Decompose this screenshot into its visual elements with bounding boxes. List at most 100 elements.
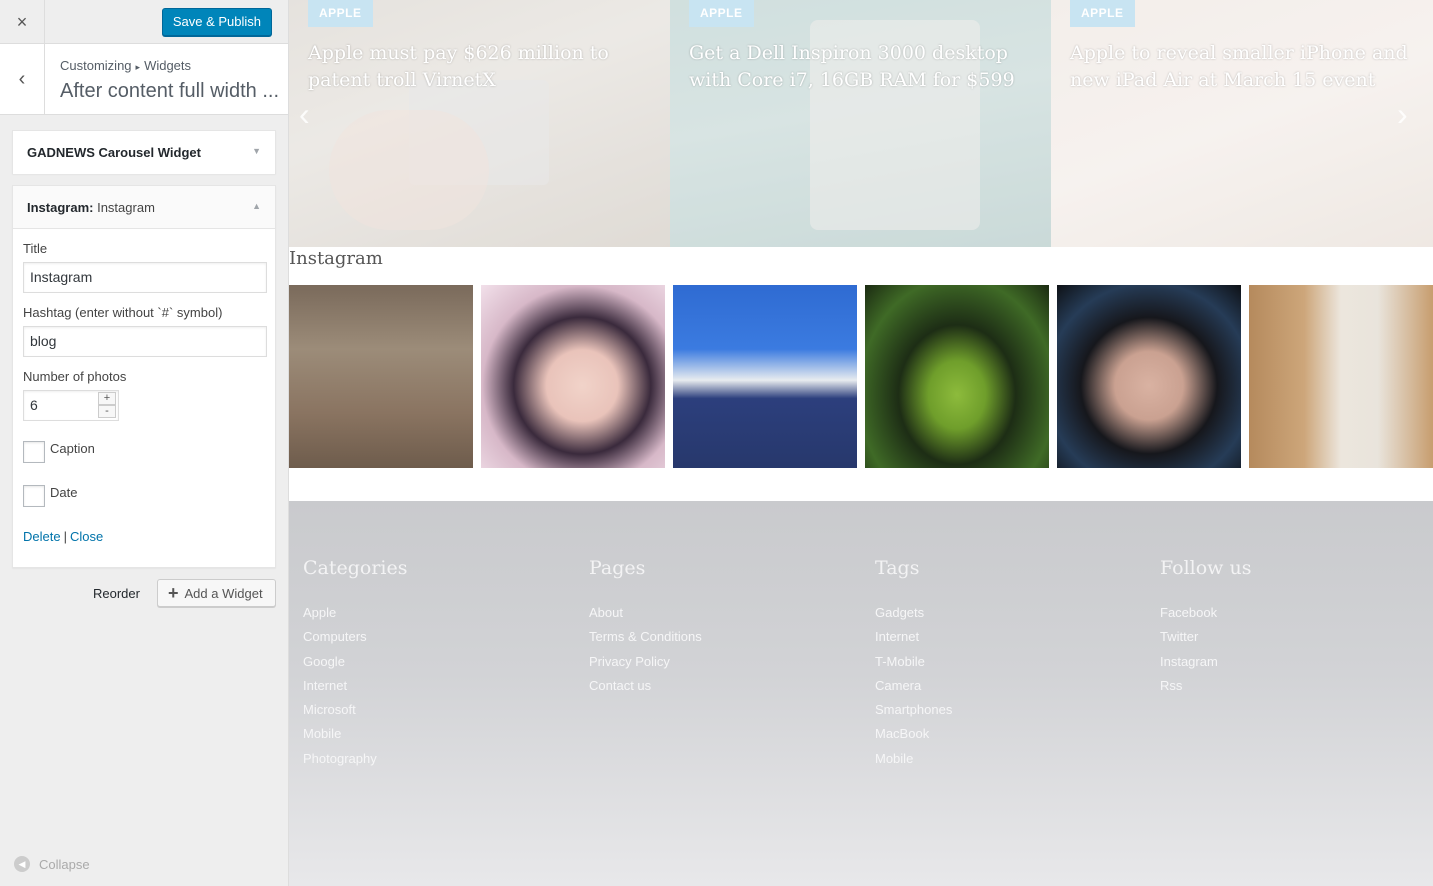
add-widget-label: Add a Widget xyxy=(184,585,263,601)
collapse-label: Collapse xyxy=(39,856,90,872)
widget-actions: Delete | Close xyxy=(23,529,265,544)
slide-overlay xyxy=(1051,0,1433,247)
footer-column-pages: Pages About Terms & Conditions Privacy P… xyxy=(589,557,702,698)
footer-link[interactable]: Privacy Policy xyxy=(589,650,702,674)
caption-label: Caption xyxy=(50,440,95,456)
footer-link[interactable]: Rss xyxy=(1160,674,1251,698)
customizer-header: × Save & Publish xyxy=(0,0,288,44)
footer-link[interactable]: About xyxy=(589,601,702,625)
instagram-widget-subtitle: Instagram xyxy=(97,199,155,215)
footer-link[interactable]: Internet xyxy=(875,625,952,649)
instagram-photo[interactable] xyxy=(481,285,665,468)
footer-heading: Follow us xyxy=(1160,557,1252,579)
footer-link[interactable]: Gadgets xyxy=(875,601,952,625)
instagram-widget-header[interactable]: Instagram: Instagram ▲ xyxy=(13,186,275,229)
hashtag-label: Hashtag (enter without `#` symbol) xyxy=(23,305,223,320)
breadcrumb: Customizing ▸ Widgets xyxy=(60,58,191,73)
footer-link[interactable]: Twitter xyxy=(1160,625,1251,649)
date-option: Date xyxy=(23,485,265,507)
delete-link[interactable]: Delete xyxy=(23,529,61,544)
expand-arrow-icon[interactable]: ▼ xyxy=(252,146,261,156)
carousel-slide[interactable]: APPLE Apple must pay $626 million to pat… xyxy=(289,0,670,247)
link-separator: | xyxy=(63,529,67,544)
section-header: ‹ Customizing ▸ Widgets After content full… xyxy=(0,44,288,115)
instagram-photo[interactable] xyxy=(289,285,473,468)
close-icon[interactable]: × xyxy=(0,0,45,44)
title-label: Title xyxy=(23,241,48,256)
footer-heading: Tags xyxy=(875,557,920,579)
category-tag[interactable]: APPLE xyxy=(308,0,373,27)
instagram-photo[interactable] xyxy=(1057,285,1241,468)
footer-link[interactable]: Photography xyxy=(303,747,408,771)
breadcrumb-separator-icon: ▸ xyxy=(135,62,141,72)
title-input[interactable]: Instagram xyxy=(23,262,267,293)
instagram-widget: Instagram: Instagram ▲ Title Instagram H… xyxy=(12,185,276,568)
footer-link[interactable]: Terms & Conditions xyxy=(589,625,702,649)
footer-column-tags: Tags Gadgets Internet T-Mobile Camera Sm… xyxy=(875,557,952,771)
breadcrumb-root: Customizing xyxy=(60,58,132,73)
site-footer: Categories Apple Computers Google Intern… xyxy=(289,501,1433,886)
footer-heading: Pages xyxy=(589,557,646,579)
footer-link[interactable]: Google xyxy=(303,650,408,674)
footer-link[interactable]: Instagram xyxy=(1160,650,1251,674)
back-arrow-icon[interactable]: ‹ xyxy=(0,44,45,114)
caption-option: Caption xyxy=(23,441,265,463)
plus-icon: + xyxy=(168,582,179,603)
section-title: After content full width ... xyxy=(60,80,279,102)
caption-checkbox[interactable] xyxy=(23,441,45,463)
category-tag[interactable]: APPLE xyxy=(1070,0,1135,27)
customizer-sidebar: × Save & Publish ‹ Customizing ▸ Widgets A… xyxy=(0,0,289,886)
save-publish-button[interactable]: Save & Publish xyxy=(161,8,272,36)
site-preview: APPLE Apple must pay $626 million to pat… xyxy=(289,0,1433,886)
instagram-photo[interactable] xyxy=(865,285,1049,468)
carousel-widget-header[interactable]: GADNEWS Carousel Widget ▼ xyxy=(13,131,275,174)
next-arrow-icon[interactable]: › xyxy=(1397,96,1408,133)
footer-link[interactable]: Apple xyxy=(303,601,408,625)
instagram-widget-title: Instagram: xyxy=(27,199,94,215)
collapse-icon: ◀ xyxy=(14,856,30,872)
close-link[interactable]: Close xyxy=(70,529,103,544)
footer-link[interactable]: Internet xyxy=(303,674,408,698)
instagram-photo[interactable] xyxy=(1249,285,1433,468)
photos-count-value[interactable]: 6 xyxy=(30,397,38,413)
footer-link[interactable]: Camera xyxy=(875,674,952,698)
footer-link[interactable]: T-Mobile xyxy=(875,650,952,674)
footer-link[interactable]: Smartphones xyxy=(875,698,952,722)
carousel-slide[interactable]: APPLE Apple to reveal smaller iPhone and… xyxy=(1051,0,1433,247)
slide-overlay xyxy=(670,0,1051,247)
footer-link[interactable]: MacBook xyxy=(875,722,952,746)
date-checkbox[interactable] xyxy=(23,485,45,507)
carousel-widget-title: GADNEWS Carousel Widget xyxy=(27,145,201,160)
instagram-photo[interactable] xyxy=(673,285,857,468)
slide-headline[interactable]: Get a Dell Inspiron 3000 desktop with Co… xyxy=(689,40,1029,94)
add-widget-button[interactable]: + Add a Widget xyxy=(157,579,276,607)
photos-count-label: Number of photos xyxy=(23,369,127,384)
stepper-up-button[interactable]: + xyxy=(98,392,116,405)
prev-arrow-icon[interactable]: ‹ xyxy=(299,96,310,133)
footer-heading: Categories xyxy=(303,557,408,579)
carousel-widget[interactable]: GADNEWS Carousel Widget ▼ xyxy=(12,130,276,174)
stepper-down-button[interactable]: - xyxy=(98,405,116,418)
instagram-section-title: Instagram xyxy=(289,248,383,269)
category-tag[interactable]: APPLE xyxy=(689,0,754,27)
photos-count-stepper[interactable]: 6 + - xyxy=(23,390,119,421)
breadcrumb-section: Widgets xyxy=(144,58,192,73)
collapse-button[interactable]: ◀ Collapse xyxy=(14,856,90,872)
footer-link[interactable]: Contact us xyxy=(589,674,702,698)
slide-headline[interactable]: Apple must pay $626 million to patent tr… xyxy=(308,40,648,94)
slide-headline[interactable]: Apple to reveal smaller iPhone and new i… xyxy=(1070,40,1420,94)
hashtag-input[interactable]: blog xyxy=(23,326,267,357)
news-carousel: APPLE Apple must pay $626 million to pat… xyxy=(289,0,1433,247)
footer-link[interactable]: Mobile xyxy=(303,722,408,746)
footer-link[interactable]: Facebook xyxy=(1160,601,1251,625)
date-label: Date xyxy=(50,484,78,500)
slide-overlay xyxy=(289,0,670,247)
reorder-link[interactable]: Reorder xyxy=(93,586,140,601)
collapse-arrow-icon[interactable]: ▲ xyxy=(252,201,261,211)
footer-link[interactable]: Computers xyxy=(303,625,408,649)
footer-link[interactable]: Mobile xyxy=(875,747,952,771)
carousel-slide[interactable]: APPLE Get a Dell Inspiron 3000 desktop w… xyxy=(670,0,1051,247)
footer-column-follow-us: Follow us Facebook Twitter Instagram Rss xyxy=(1160,557,1251,698)
footer-link[interactable]: Microsoft xyxy=(303,698,408,722)
footer-column-categories: Categories Apple Computers Google Intern… xyxy=(303,557,408,771)
